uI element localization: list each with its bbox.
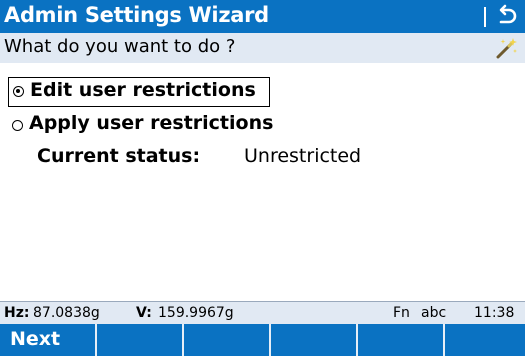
hz-label: Hz: (4, 305, 30, 321)
softkey-label: Next (10, 328, 61, 350)
option-label: Edit user restrictions (30, 79, 256, 101)
hz-value: 87.0838g (33, 305, 100, 321)
subheader-bar: What do you want to do ? (0, 33, 525, 63)
softkey-5[interactable] (358, 324, 445, 356)
current-status-label: Current status: (37, 145, 201, 167)
title-separator (484, 7, 486, 27)
softkey-bar: Next (0, 324, 525, 356)
option-edit-user-restrictions[interactable]: Edit user restrictions (8, 77, 270, 107)
softkey-next[interactable]: Next (0, 324, 97, 356)
measurement-status-bar: Hz: 87.0838g V: 159.9967g Fn abc 11:38 (0, 301, 525, 324)
radio-selected[interactable] (13, 86, 24, 97)
window-title: Admin Settings Wizard (4, 3, 269, 27)
screen: Admin Settings Wizard What do you want t… (0, 0, 525, 356)
title-bar: Admin Settings Wizard (0, 0, 525, 33)
softkey-6[interactable] (445, 324, 525, 356)
softkey-4[interactable] (271, 324, 358, 356)
radio-unselected[interactable] (12, 120, 23, 131)
option-apply-user-restrictions[interactable]: Apply user restrictions (8, 111, 308, 139)
fn-indicator: Fn (393, 305, 410, 321)
return-arrow-icon[interactable] (494, 3, 520, 29)
wizard-question: What do you want to do ? (4, 36, 236, 57)
softkey-2[interactable] (97, 324, 184, 356)
clock: 11:38 (474, 305, 515, 321)
radio-dot (16, 89, 20, 93)
input-mode-indicator: abc (421, 305, 447, 321)
v-label: V: (136, 305, 152, 321)
v-value: 159.9967g (158, 305, 234, 321)
softkey-3[interactable] (184, 324, 271, 356)
magic-wand-icon (496, 38, 517, 59)
current-status-value: Unrestricted (244, 145, 362, 167)
option-label: Apply user restrictions (29, 112, 274, 134)
